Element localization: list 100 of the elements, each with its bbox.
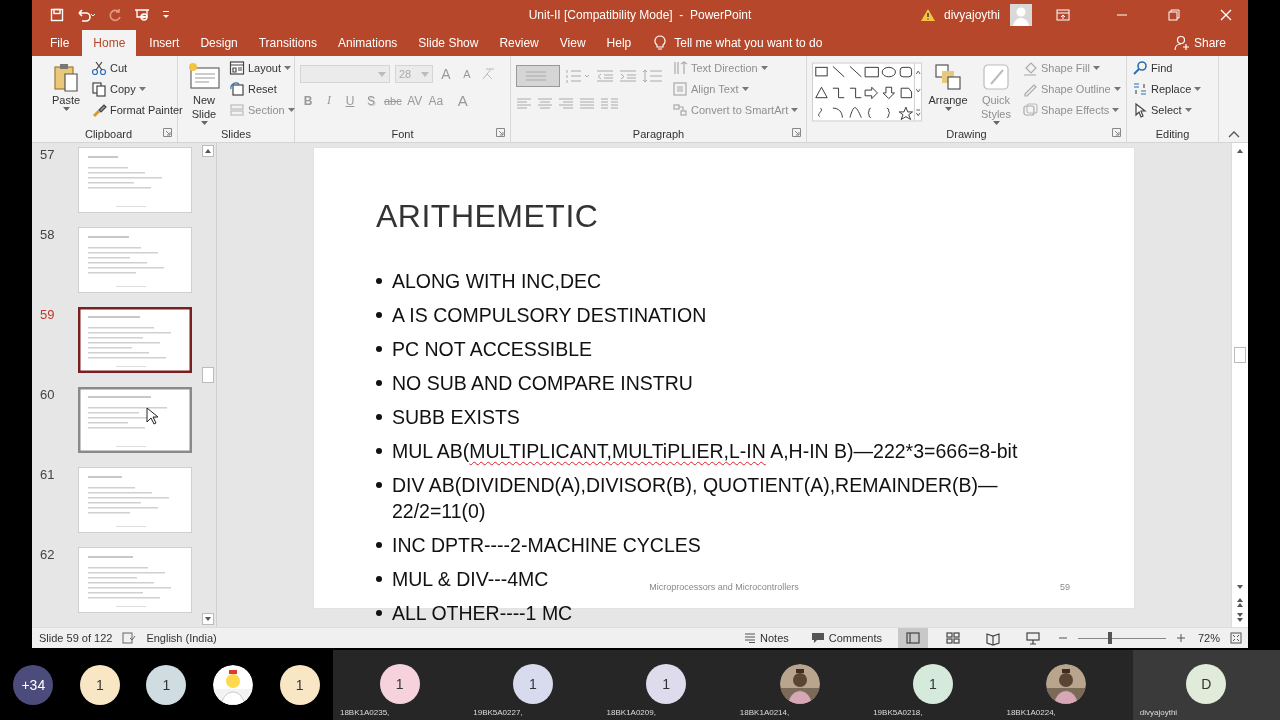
slide-thumbnail[interactable]	[78, 307, 192, 373]
ribbon-tab[interactable]: Slide Show	[410, 30, 487, 56]
ribbon-button[interactable]: Cut	[91, 59, 183, 77]
bullet-text: SUBB EXISTS	[392, 405, 520, 430]
line-spacing-icon[interactable]	[642, 68, 664, 84]
slide-show-icon	[1024, 630, 1041, 646]
scroll-thumb[interactable]	[1234, 347, 1246, 363]
caret-icon	[284, 66, 292, 70]
ribbon-button[interactable]: Replace	[1132, 80, 1202, 98]
caret-icon	[944, 107, 952, 111]
ribbon-button[interactable]: Paste	[45, 59, 87, 111]
ribbon-button[interactable]: Format Painter	[91, 101, 183, 119]
zoom-slider-thumb[interactable]	[1107, 631, 1112, 644]
participant-tile[interactable]: 18BK1A0224,	[999, 650, 1133, 720]
zoom-level[interactable]: 72%	[1197, 632, 1220, 644]
group-label: Slides	[221, 127, 251, 140]
slide-number: 58	[40, 227, 56, 242]
bullet-text: ALONG WITH INC,DEC	[392, 269, 602, 294]
slide-thumbnail[interactable]	[78, 387, 192, 453]
group-label: Clipboard	[84, 127, 133, 140]
start-slideshow-button[interactable]	[134, 8, 150, 22]
restore-icon	[1168, 9, 1180, 21]
bullet-point-icon	[376, 610, 382, 616]
bullets-icon[interactable]	[516, 65, 560, 87]
search-icon	[1132, 60, 1148, 76]
tell-me-search-field[interactable]: Tell me what you want to do	[674, 36, 823, 50]
slide-thumbnail[interactable]	[78, 467, 192, 533]
bullet-point-icon	[376, 448, 382, 454]
ribbon-button[interactable]: Arrange	[926, 59, 970, 111]
scroll-down-icon[interactable]	[202, 613, 214, 625]
ribbon-button[interactable]: Layout	[229, 59, 295, 77]
ribbon-display-options-icon[interactable]	[1056, 9, 1070, 21]
customize-toolbar-button[interactable]	[162, 10, 170, 20]
bullet-point-icon	[376, 312, 382, 318]
participant-tile[interactable]: 1 18BK1A0235,	[332, 650, 467, 720]
dialog-launcher-icon[interactable]	[163, 128, 172, 137]
collapse-ribbon-icon[interactable]	[1228, 130, 1240, 138]
dialog-launcher-icon[interactable]	[792, 128, 801, 137]
participant-avatar: 1	[79, 665, 120, 705]
save-button[interactable]	[50, 8, 64, 22]
share-button[interactable]: Share	[1173, 30, 1248, 56]
fit-to-window-icon[interactable]	[1230, 632, 1242, 644]
ribbon-tab[interactable]: File	[42, 30, 78, 56]
ribbon-button[interactable]: New Slide	[183, 59, 225, 125]
participant-tile[interactable]: 1 18BK1A0209,	[599, 650, 733, 720]
smartart-icon	[672, 102, 688, 118]
ribbon-button[interactable]: Copy	[91, 80, 183, 98]
ribbon-tab[interactable]: Transitions	[250, 30, 325, 56]
ribbon-tab[interactable]: Insert	[141, 30, 188, 56]
slide-background[interactable]	[314, 148, 1134, 608]
slide-thumbnail[interactable]	[78, 547, 192, 613]
ribbon-tab[interactable]: Help	[598, 30, 640, 56]
bullet-point-icon	[376, 414, 382, 420]
ribbon-tab[interactable]: View	[551, 30, 594, 56]
ribbon-tab[interactable]: Home	[82, 30, 137, 56]
dialog-launcher-icon[interactable]	[496, 128, 505, 137]
slide-thumbnail[interactable]	[78, 227, 192, 293]
ribbon-tab[interactable]: Review	[491, 30, 547, 56]
ribbon-tab[interactable]: Design	[192, 30, 246, 56]
dialog-launcher-icon[interactable]	[1112, 128, 1121, 137]
participant-tile[interactable]: 1 19BK5A0218,	[866, 650, 1000, 720]
ribbon-tab[interactable]: Animations	[330, 30, 406, 56]
ribbon-button[interactable]: Reset	[229, 80, 295, 98]
comment-icon	[810, 632, 825, 644]
participant-name: 18BK1A0235,	[339, 708, 390, 717]
caret-icon	[1112, 108, 1120, 112]
format-button[interactable]: abc	[384, 94, 402, 107]
bullet-text: NO SUB AND COMPARE INSTRU	[392, 371, 693, 396]
bullet-text: A IS COMPULSORY DESTINATION	[392, 303, 707, 328]
reading-view-icon	[984, 630, 1001, 646]
language-indicator[interactable]: English (India)	[146, 632, 217, 644]
user-name[interactable]: divyajoythi	[943, 8, 1000, 22]
caret-icon	[62, 107, 70, 111]
clear-formatting-icon[interactable]	[480, 66, 496, 82]
spell-check-icon[interactable]	[122, 632, 137, 644]
align-text-icon	[672, 81, 688, 97]
zoom-in-icon[interactable]	[1175, 633, 1186, 643]
scroll-up-icon[interactable]	[202, 145, 214, 157]
paint-bucket-icon	[1022, 60, 1038, 76]
format-button[interactable]: U	[342, 93, 358, 108]
participant-tile[interactable]: 1 19BK5A0227,	[466, 650, 600, 720]
ribbon-button[interactable]: Find	[1132, 59, 1202, 77]
view-button[interactable]	[897, 628, 928, 648]
participant-avatar: 1	[279, 665, 320, 705]
notes-button[interactable]: Notes	[738, 632, 795, 644]
slide-sorter-icon	[944, 630, 961, 646]
shapes-gallery[interactable]	[812, 61, 922, 123]
bullet-text: MUL & DIV---4MC	[392, 567, 549, 592]
redo-button[interactable]	[108, 8, 122, 22]
undo-button[interactable]	[76, 8, 96, 22]
ribbon-button[interactable]: Select	[1132, 101, 1202, 119]
participant-name: divyajoythi	[1139, 708, 1178, 717]
participant-tile[interactable]: 18BK1A0214,	[732, 650, 867, 720]
comments-button[interactable]: Comments	[804, 632, 888, 644]
slide-thumbnail[interactable]	[78, 147, 192, 213]
participant-tile[interactable]: D divyajoythi	[1132, 650, 1280, 720]
format-button[interactable]: S	[363, 93, 379, 108]
scroll-thumb[interactable]	[202, 367, 214, 383]
participant-avatar: 1	[146, 665, 187, 705]
bullet-text: ALL OTHER----1 MC	[392, 601, 573, 626]
